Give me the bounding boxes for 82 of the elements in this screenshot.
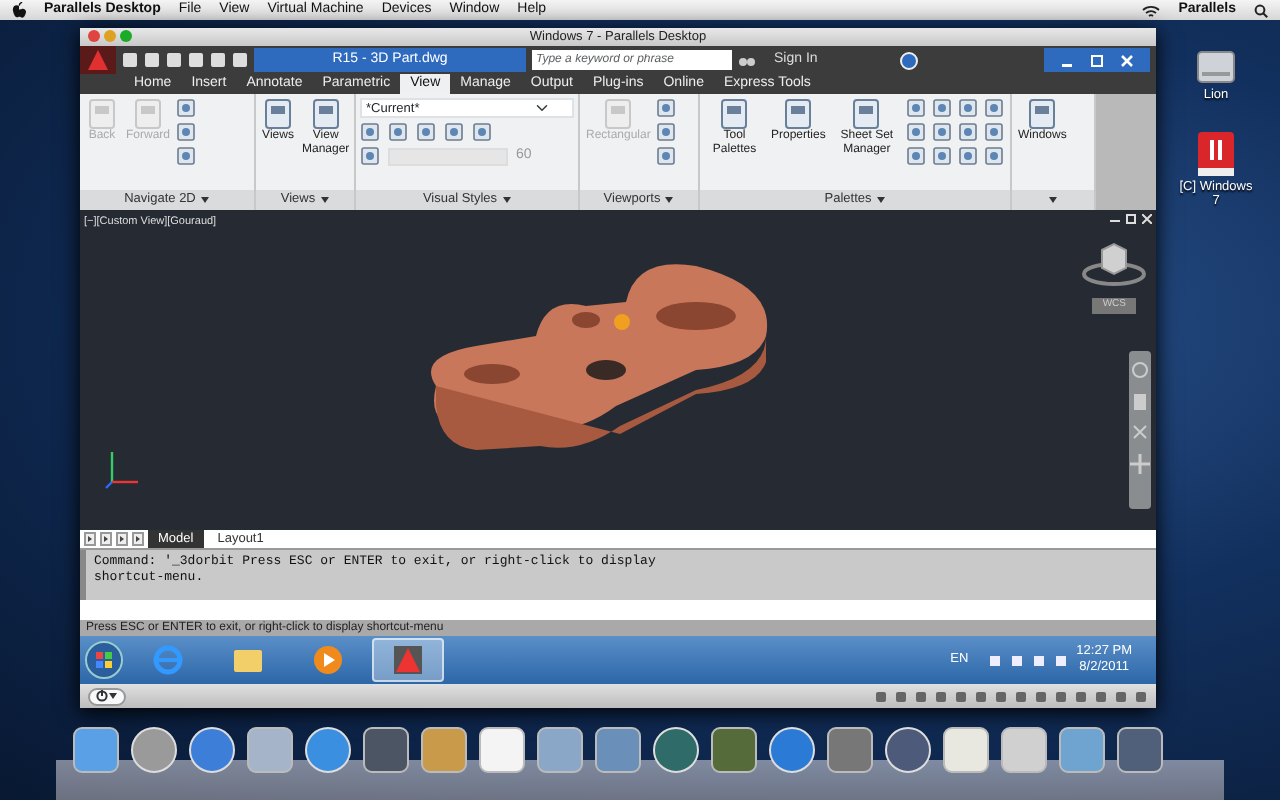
tool-icon[interactable] bbox=[656, 146, 677, 166]
tool-icon[interactable] bbox=[958, 146, 978, 166]
tab-scroll-icon[interactable] bbox=[84, 532, 96, 546]
caret-icon[interactable] bbox=[108, 692, 118, 700]
dock-app-icon[interactable] bbox=[652, 726, 700, 774]
dock-app-icon[interactable] bbox=[478, 726, 526, 774]
tool-icon[interactable] bbox=[932, 98, 952, 118]
tool-icon[interactable] bbox=[958, 122, 978, 142]
vm-drive-icon bbox=[1194, 128, 1238, 180]
apple-icon[interactable] bbox=[12, 2, 26, 18]
tool-icon[interactable] bbox=[444, 122, 464, 142]
dock-app-icon[interactable] bbox=[710, 726, 758, 774]
viewcube-drawing[interactable] bbox=[1080, 238, 1148, 290]
dock-app-icon[interactable] bbox=[536, 726, 584, 774]
tool-icon[interactable] bbox=[388, 122, 408, 142]
dock-app-icon[interactable] bbox=[1058, 726, 1106, 774]
binoculars-icon[interactable] bbox=[738, 52, 756, 68]
tool-icon[interactable] bbox=[958, 98, 978, 118]
tool-icon[interactable] bbox=[360, 146, 380, 167]
dock-app-icon[interactable] bbox=[768, 726, 816, 774]
search-icon[interactable] bbox=[1254, 3, 1268, 17]
caret-icon[interactable] bbox=[199, 196, 210, 204]
tab-scroll-icon[interactable] bbox=[132, 532, 144, 546]
speaker-icon[interactable] bbox=[1054, 653, 1069, 667]
tool-icon[interactable] bbox=[416, 122, 436, 142]
cad-logo-icon bbox=[392, 644, 424, 676]
tab-scroll-icon[interactable] bbox=[116, 532, 128, 546]
dock-app-icon[interactable] bbox=[72, 726, 120, 774]
play-icon bbox=[312, 644, 344, 676]
power-icon bbox=[96, 690, 108, 702]
maximize-icon[interactable] bbox=[1090, 53, 1104, 67]
dock-app-icon[interactable] bbox=[826, 726, 874, 774]
caret-icon[interactable] bbox=[501, 196, 512, 204]
tool-icon[interactable] bbox=[984, 98, 1004, 118]
caret-icon[interactable] bbox=[319, 196, 330, 204]
tool-icon[interactable] bbox=[932, 146, 952, 166]
tool-icon[interactable] bbox=[932, 122, 952, 142]
tool-icon[interactable] bbox=[906, 98, 926, 118]
flag-icon[interactable] bbox=[988, 653, 1003, 667]
tool-icon[interactable] bbox=[906, 122, 926, 142]
dock-app-icon[interactable] bbox=[188, 726, 236, 774]
tool-icon[interactable] bbox=[176, 122, 197, 142]
dock-app-icon[interactable] bbox=[942, 726, 990, 774]
cad-logo-icon bbox=[88, 50, 108, 70]
tool-icon[interactable] bbox=[906, 146, 926, 166]
browser-icon bbox=[152, 644, 184, 676]
wifi-icon[interactable] bbox=[1142, 3, 1161, 17]
tool-icon[interactable] bbox=[176, 98, 197, 118]
power-button[interactable] bbox=[88, 687, 126, 705]
caret-icon[interactable] bbox=[875, 196, 886, 204]
tool-icon[interactable] bbox=[984, 122, 1004, 142]
dock-app-icon[interactable] bbox=[304, 726, 352, 774]
help-icon[interactable] bbox=[900, 51, 918, 69]
dock-app-icon[interactable] bbox=[130, 726, 178, 774]
tool-icon[interactable] bbox=[984, 146, 1004, 166]
folder-icon bbox=[232, 644, 264, 676]
dock-app-icon[interactable] bbox=[1000, 726, 1048, 774]
dock-app-icon[interactable] bbox=[1116, 726, 1164, 774]
tool-icon[interactable] bbox=[472, 122, 492, 142]
dock-app-icon[interactable] bbox=[594, 726, 642, 774]
caret-icon[interactable] bbox=[664, 196, 675, 204]
ribbon-background bbox=[1096, 94, 1156, 210]
restore-icon[interactable] bbox=[1126, 214, 1136, 224]
navigation-bar-drawing[interactable] bbox=[1128, 350, 1152, 510]
caret-icon[interactable] bbox=[1048, 196, 1058, 204]
dock-app-icon[interactable] bbox=[362, 726, 410, 774]
tab-scroll-icon[interactable] bbox=[100, 532, 112, 546]
dock-app-icon[interactable] bbox=[246, 726, 294, 774]
battery-icon[interactable] bbox=[1010, 653, 1025, 667]
tool-icon[interactable] bbox=[656, 122, 677, 142]
command-input[interactable] bbox=[80, 600, 1156, 620]
ucs-axes-icon bbox=[104, 446, 144, 490]
close-icon[interactable] bbox=[1142, 214, 1152, 224]
minimize-icon[interactable] bbox=[1110, 214, 1120, 224]
dock-app-icon[interactable] bbox=[884, 726, 932, 774]
tool-icon[interactable] bbox=[176, 146, 197, 166]
taskbar-app[interactable] bbox=[372, 638, 444, 682]
tool-icon[interactable] bbox=[360, 122, 380, 142]
network-icon[interactable] bbox=[1032, 653, 1047, 667]
tool-icon[interactable] bbox=[656, 98, 677, 118]
dock-app-icon[interactable] bbox=[420, 726, 468, 774]
start-button-icon[interactable] bbox=[84, 640, 124, 680]
